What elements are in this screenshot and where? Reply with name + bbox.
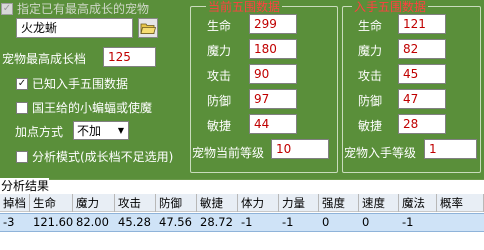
initial-hp-label: 生命	[358, 19, 383, 33]
col-header[interactable]: 体力	[238, 194, 279, 212]
current-atk-input[interactable]: 90	[249, 64, 297, 84]
folder-open-icon	[140, 23, 156, 34]
col-header[interactable]: 力量	[279, 194, 319, 212]
checkbox-box[interactable]	[16, 77, 28, 90]
current-mp-input[interactable]: 180	[249, 39, 297, 59]
initial-def-label: 防御	[358, 94, 383, 108]
table-cell: -3	[3, 215, 15, 229]
open-folder-button[interactable]	[138, 18, 158, 38]
table-cell: -1	[402, 215, 414, 229]
specify-top-growth-label: 指定已有最高成长的宠物	[17, 2, 150, 16]
table-cell: 0	[362, 215, 370, 229]
table-row[interactable]: -3 121.60 82.00 45.28 47.56 28.72 -1 -1 …	[0, 213, 484, 232]
current-atk-label: 攻击	[207, 69, 232, 83]
table-cell: -1	[241, 215, 253, 229]
current-agi-input[interactable]: 44	[249, 114, 297, 134]
king-bat-label: 国王给的小蝙蝠或使魔	[32, 101, 153, 115]
analysis-mode-label: 分析模式(成长档不足选用)	[32, 150, 174, 164]
initial-level-label: 宠物入手等级	[344, 146, 417, 160]
col-header[interactable]: 魔法	[399, 194, 437, 212]
points-method-label: 加点方式	[15, 125, 64, 139]
known-five-stats-label: 已知入手五围数据	[32, 77, 129, 91]
col-header[interactable]: 概率	[437, 194, 484, 212]
col-header[interactable]: 魔力	[73, 194, 115, 212]
analysis-mode-checkbox[interactable]: 分析模式(成长档不足选用)	[16, 148, 173, 165]
table-cell: 47.56	[159, 215, 192, 229]
col-header[interactable]: 攻击	[115, 194, 156, 212]
initial-mp-label: 魔力	[358, 44, 383, 58]
results-title: 分析结果	[0, 178, 50, 194]
col-header[interactable]: 掉档	[0, 194, 30, 212]
initial-agi-input[interactable]: 28	[398, 114, 446, 134]
initial-atk-label: 攻击	[358, 69, 383, 83]
top-growth-input[interactable]: 125	[103, 47, 156, 67]
known-five-stats-checkbox[interactable]: 已知入手五围数据	[16, 75, 128, 92]
initial-def-input[interactable]: 47	[398, 89, 446, 109]
table-cell: 45.28	[118, 215, 151, 229]
results-header-bar	[0, 179, 484, 194]
pet-name-field[interactable]: 火龙蜥	[16, 18, 133, 38]
current-level-input[interactable]: 10	[271, 139, 329, 159]
initial-mp-input[interactable]: 82	[398, 39, 446, 59]
points-method-select[interactable]: 不加 ▼	[73, 121, 129, 140]
col-header[interactable]: 防御	[156, 194, 197, 212]
current-level-label: 宠物当前等级	[192, 146, 265, 160]
col-header[interactable]: 敏捷	[197, 194, 238, 212]
table-cell: 0	[322, 215, 330, 229]
results-table-header: 掉档 生命 魔力 攻击 防御 敏捷 体力 力量 强度 速度 魔法 概率	[0, 194, 484, 212]
checkbox-box[interactable]	[1, 2, 13, 15]
initial-hp-input[interactable]: 121	[398, 14, 446, 34]
initial-stats-title: 入手五围数据	[352, 0, 429, 15]
col-header[interactable]: 速度	[359, 194, 399, 212]
current-mp-label: 魔力	[207, 44, 232, 58]
table-cell: 28.72	[200, 215, 233, 229]
current-agi-label: 敏捷	[207, 119, 232, 133]
col-header[interactable]: 生命	[30, 194, 73, 212]
top-growth-label: 宠物最高成长档	[2, 52, 87, 66]
current-hp-label: 生命	[207, 19, 232, 33]
col-header[interactable]: 强度	[319, 194, 359, 212]
table-cell: 82.00	[76, 215, 109, 229]
checkbox-box[interactable]	[16, 101, 28, 114]
table-cell: 121.60	[33, 215, 73, 229]
table-cell	[437, 214, 484, 231]
specify-top-growth-checkbox[interactable]: 指定已有最高成长的宠物	[1, 0, 149, 17]
checkbox-box[interactable]	[16, 150, 28, 163]
current-stats-title: 当前五围数据	[206, 0, 283, 15]
initial-agi-label: 敏捷	[358, 119, 383, 133]
initial-level-input[interactable]: 1	[424, 139, 477, 159]
current-def-input[interactable]: 97	[249, 89, 297, 109]
initial-atk-input[interactable]: 45	[398, 64, 446, 84]
king-bat-checkbox[interactable]: 国王给的小蝙蝠或使魔	[16, 99, 152, 116]
points-method-value: 不加	[77, 124, 102, 138]
current-hp-input[interactable]: 299	[249, 14, 297, 34]
chevron-down-icon: ▼	[117, 126, 125, 135]
table-cell: -1	[282, 215, 294, 229]
current-def-label: 防御	[207, 94, 232, 108]
